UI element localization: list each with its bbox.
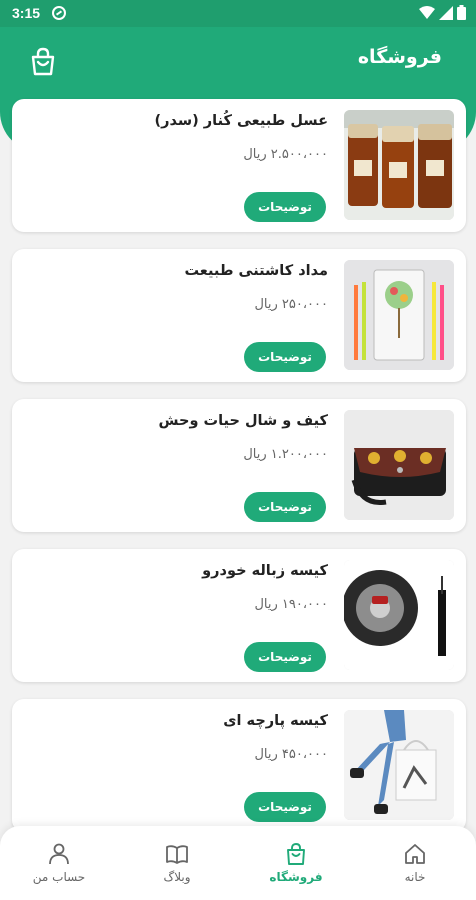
do-not-disturb-icon: [52, 6, 66, 20]
product-card[interactable]: عسل طبیعی کُنار (سدر) ۲.۵۰۰،۰۰۰ ریال توض…: [12, 99, 466, 232]
status-time: 3:15: [12, 5, 41, 21]
product-list: عسل طبیعی کُنار (سدر) ۲.۵۰۰،۰۰۰ ریال توض…: [12, 99, 466, 849]
product-name: کیسه زباله خودرو: [202, 563, 328, 579]
nav-label: وبلاگ: [163, 870, 191, 884]
page-title: فروشگاه: [357, 46, 442, 68]
product-card[interactable]: کیسه زباله خودرو ۱۹۰،۰۰۰ ریال توضیحات: [12, 549, 466, 682]
product-name: کیسه پارچه ای: [223, 713, 328, 729]
product-price: ۲۵۰،۰۰۰ ریال: [254, 297, 328, 312]
product-price: ۴۵۰،۰۰۰ ریال: [254, 747, 328, 762]
user-icon: [49, 843, 69, 865]
cart-bag-icon[interactable]: [28, 47, 58, 77]
shop-bag-icon: [287, 843, 305, 865]
product-name: مداد کاشتنی طبیعت: [184, 263, 328, 279]
product-image-plantable-pencils: [344, 260, 454, 370]
signal-icon: [439, 5, 453, 20]
status-bar: 3:15: [0, 0, 476, 27]
nav-label: خانه: [404, 870, 426, 884]
product-card[interactable]: کیسه پارچه ای ۴۵۰،۰۰۰ ریال توضیحات: [12, 699, 466, 832]
bottom-nav: خانه فروشگاه وبلاگ حساب من: [0, 826, 476, 900]
nav-account[interactable]: حساب من: [14, 842, 104, 884]
product-name: کیف و شال حیات وحش: [158, 413, 328, 429]
details-button[interactable]: توضیحات: [244, 642, 326, 672]
product-price: ۱۹۰،۰۰۰ ریال: [254, 597, 328, 612]
product-image-car-trash-bag: [344, 560, 454, 670]
nav-label: حساب من: [32, 870, 86, 884]
product-image-cloth-bag: [344, 710, 454, 820]
product-card[interactable]: کیف و شال حیات وحش ۱.۲۰۰،۰۰۰ ریال توضیحا…: [12, 399, 466, 532]
details-button[interactable]: توضیحات: [244, 192, 326, 222]
nav-label: فروشگاه: [269, 870, 323, 884]
status-icons: [419, 5, 466, 20]
product-price: ۱.۲۰۰،۰۰۰ ریال: [243, 447, 328, 462]
nav-shop[interactable]: فروشگاه: [251, 842, 341, 884]
details-button[interactable]: توضیحات: [244, 792, 326, 822]
home-icon: [405, 844, 425, 864]
battery-icon: [457, 5, 466, 20]
product-card[interactable]: مداد کاشتنی طبیعت ۲۵۰،۰۰۰ ریال توضیحات: [12, 249, 466, 382]
book-icon: [166, 845, 188, 864]
product-name: عسل طبیعی کُنار (سدر): [154, 113, 328, 129]
details-button[interactable]: توضیحات: [244, 342, 326, 372]
nav-home[interactable]: خانه: [370, 842, 460, 884]
product-image-honey-jars: [344, 110, 454, 220]
nav-blog[interactable]: وبلاگ: [132, 842, 222, 884]
product-price: ۲.۵۰۰،۰۰۰ ریال: [243, 147, 328, 162]
product-image-wildlife-bag: [344, 410, 454, 520]
wifi-icon: [419, 5, 435, 19]
details-button[interactable]: توضیحات: [244, 492, 326, 522]
